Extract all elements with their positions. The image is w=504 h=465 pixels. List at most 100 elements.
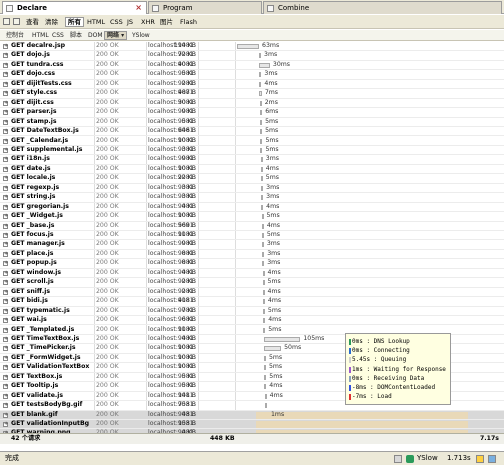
request-row[interactable]: + GET DateTextBox.js 200 OK localhost:9081 6… [0,127,504,137]
expand-icon[interactable]: + [3,299,8,305]
expand-icon[interactable]: + [3,129,8,135]
summary-row: 42 个请求 448 KB 7.17s [0,433,504,444]
tab-net[interactable]: 网络 ▾ [104,31,128,40]
filter-xhr-button[interactable]: XHR [139,17,157,27]
expand-icon[interactable]: + [3,355,8,361]
expand-icon[interactable]: + [3,81,8,87]
expand-icon[interactable]: + [3,91,8,97]
expand-icon[interactable]: + [3,242,8,248]
request-row[interactable]: + GET _Calendar.js 200 OK localhost:9081 10 … [0,137,504,146]
yslow-icon[interactable] [406,455,414,463]
expand-icon[interactable]: + [3,280,8,286]
tab-combine[interactable]: Combine [263,1,502,14]
expand-icon[interactable]: + [3,166,8,172]
request-row[interactable]: + GET scroll.js 200 OK localhost:9081 2 KB 5m… [0,278,504,288]
firebug-status-icon[interactable] [394,455,402,463]
tab-console[interactable]: 控制台 [4,31,26,40]
request-row[interactable]: + GET window.js 200 OK localhost:9081 4 KB 4m… [0,269,504,279]
expand-icon[interactable]: + [3,261,8,267]
request-row[interactable]: + GET _base.js 200 OK localhost:9081 569 B 4m… [0,222,504,231]
expand-icon[interactable]: + [3,204,8,210]
tab-program[interactable]: Program [148,1,262,14]
request-row[interactable]: + GET tundra.css 200 OK localhost:9081 40 KB… [0,61,504,71]
request-time: 3ms [267,249,281,257]
request-row[interactable]: + GET typematic.js 200 OK localhost:9081 7 K… [0,307,504,317]
expand-icon[interactable]: + [3,62,8,68]
expand-icon[interactable]: + [3,308,8,314]
expand-icon[interactable]: + [3,393,8,399]
request-row[interactable]: + GET _Widget.js 200 OK localhost:9081 10 KB… [0,212,504,222]
expand-icon[interactable]: + [3,214,8,220]
request-row[interactable]: + GET validationInputBg 200 OK localhost:90… [0,420,504,430]
expand-icon[interactable]: + [3,53,8,59]
expand-icon[interactable]: + [3,412,8,418]
expand-icon[interactable]: + [3,327,8,333]
tab-script[interactable]: 脚本 [68,31,84,40]
tab-html[interactable]: HTML [30,31,51,40]
request-row[interactable]: + GET dojo.js 200 OK localhost:9081 72 KB 3ms [0,51,504,61]
request-row[interactable]: + GET manager.js 200 OK localhost:9081 9 KB 3… [0,240,504,250]
expand-icon[interactable]: + [3,138,8,144]
request-row[interactable]: + GET sniff.js 200 OK localhost:9081 2 KB 4ms [0,288,504,298]
inspect-button[interactable]: 查看 [24,17,41,27]
expand-icon[interactable]: + [3,270,8,276]
filter-images-button[interactable]: 图片 [158,17,175,27]
filter-flash-button[interactable]: Flash [178,17,199,27]
request-row[interactable]: + GET locale.js 200 OK localhost:9081 22 KB 5… [0,174,504,184]
expand-icon[interactable]: + [3,44,8,49]
request-row[interactable]: + GET style.css 200 OK localhost:9081 487 B7… [0,89,504,99]
expand-icon[interactable]: + [3,119,8,125]
request-row[interactable]: + GET popup.js 200 OK localhost:9081 8 KB 3ms [0,259,504,269]
request-row[interactable]: + GET focus.js 200 OK localhost:9081 11 KB 5m… [0,231,504,241]
yslow-label[interactable]: YSlow [417,452,438,465]
close-tab-icon[interactable]: × [135,3,142,12]
expand-icon[interactable]: + [3,110,8,116]
expand-icon[interactable]: + [3,195,8,201]
request-row[interactable]: + GET dijitTests.css 200 OK localhost:9081 2… [0,80,504,90]
tab-declare[interactable]: Declare × [2,1,147,14]
tab-yslow[interactable]: YSlow [130,31,152,40]
request-row[interactable]: + GET gregorian.js 200 OK localhost:9081 4 K… [0,203,504,213]
request-row[interactable]: + GET parser.js 200 OK localhost:9081 9 KB 6m… [0,108,504,118]
request-row[interactable]: + GET i18n.js 200 OK localhost:9081 9 KB 3ms [0,155,504,165]
request-row[interactable]: + GET wai.js 200 OK localhost:9081 6 KB 4ms [0,316,504,326]
firebug-icon[interactable] [3,18,10,25]
filter-html-button[interactable]: HTML [85,17,107,27]
expand-icon[interactable]: + [3,374,8,380]
expand-icon[interactable]: + [3,365,8,371]
tab-css[interactable]: CSS [50,31,66,40]
clear-button[interactable]: 清除 [43,17,60,27]
expand-icon[interactable]: + [3,176,8,182]
expand-icon[interactable]: + [3,100,8,106]
expand-icon[interactable]: + [3,233,8,238]
request-row[interactable]: + GET bidi.js 200 OK localhost:9081 418 B 4ms [0,297,504,307]
request-row[interactable]: + GET place.js 200 OK localhost:9081 8 KB 3ms [0,249,504,260]
filter-js-button[interactable]: JS [125,17,135,27]
request-row[interactable]: + GET stamp.js 200 OK localhost:9081 5 KB 5ms [0,118,504,128]
filter-all-button[interactable]: 所有 [65,17,84,27]
request-row[interactable]: + GET dijit.css 200 OK localhost:9081 30 KB 2… [0,99,504,109]
request-row[interactable]: + GET dojo.css 200 OK localhost:9081 5 KB 3ms [0,70,504,80]
expand-icon[interactable]: + [3,403,8,409]
expand-icon[interactable]: + [3,223,8,229]
request-row[interactable]: + GET regexp.js 200 OK localhost:9081 3 KB 3m… [0,184,504,194]
expand-icon[interactable]: + [3,289,8,295]
request-row[interactable]: + GET date.js 200 OK localhost:9081 10 KB 4ms [0,165,504,175]
request-row[interactable]: + GET decalre.jsp 200 OK localhost:9081 114 … [0,42,504,52]
expand-icon[interactable]: + [3,157,8,163]
expand-icon[interactable]: + [3,72,8,78]
expand-icon[interactable]: + [3,422,8,427]
request-row[interactable]: + GET string.js 200 OK localhost:9081 3 KB 3m… [0,193,504,203]
inspect-icon[interactable] [13,18,20,25]
expand-icon[interactable]: + [3,318,8,324]
expand-icon[interactable]: + [3,185,8,191]
expand-icon[interactable]: + [3,384,8,390]
tab-dom[interactable]: DOM [86,31,105,40]
request-row[interactable]: + GET blank.gif 200 OK localhost:9081 43 B 1m… [0,410,504,420]
expand-icon[interactable]: + [3,251,8,257]
expand-icon[interactable]: + [3,147,8,153]
expand-icon[interactable]: + [3,336,8,342]
filter-css-button[interactable]: CSS [108,17,125,27]
expand-icon[interactable]: + [3,346,8,352]
request-row[interactable]: + GET supplemental.js 200 OK localhost:9081… [0,146,504,156]
